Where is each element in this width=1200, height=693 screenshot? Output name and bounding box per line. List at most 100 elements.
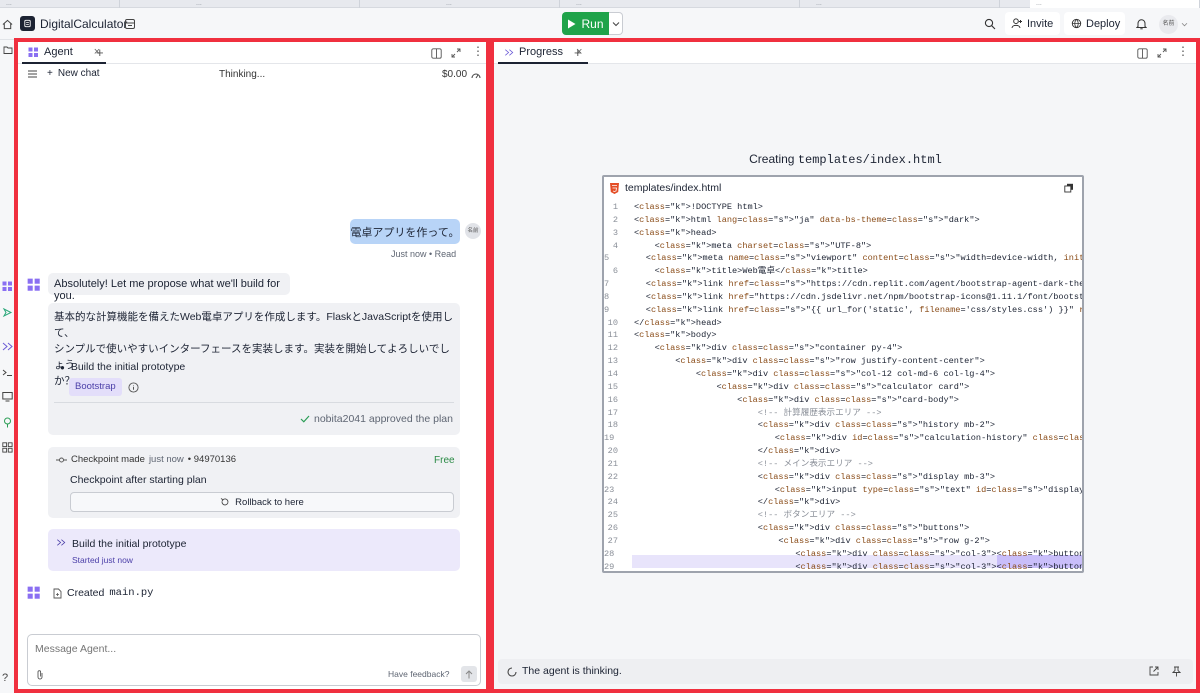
browser-tab[interactable]: ...	[0, 0, 120, 8]
agent-avatar-icon	[26, 277, 41, 292]
gauge-icon[interactable]	[471, 70, 481, 80]
invite-button[interactable]: Invite	[1005, 12, 1060, 35]
pane-menu-icon[interactable]: ⋮	[1177, 45, 1189, 57]
run-options-chevron-icon[interactable]	[609, 12, 623, 35]
approved-text: nobita2041 approved the plan	[314, 413, 453, 425]
browser-tab-active[interactable]: ...	[1030, 0, 1200, 8]
checkpoint-card: Checkpoint made just now • 94970136 Free…	[48, 447, 460, 518]
code-text: </class="k">head>	[634, 317, 722, 328]
progress-icon	[56, 537, 66, 547]
assistant-rail-icon[interactable]	[1, 306, 14, 319]
browser-tab[interactable]: ...	[440, 0, 560, 8]
new-chat-button[interactable]: + New chat	[47, 68, 100, 79]
code-text: <class="k">div class=class="s">"display …	[634, 471, 996, 482]
line-number: 20	[607, 446, 618, 457]
project-name[interactable]: DigitalCalculator	[40, 17, 127, 31]
browser-tab[interactable]: ...	[810, 0, 1000, 8]
pane-menu-icon[interactable]: ⋮	[472, 45, 484, 57]
menu-icon[interactable]	[27, 69, 37, 79]
line-number: 17	[607, 407, 618, 418]
user-avatar: 名前	[465, 223, 481, 239]
code-line: 15 <class="k">div class=class="s">"calcu…	[604, 381, 1082, 394]
send-button[interactable]	[461, 666, 477, 682]
run-button[interactable]: Run	[562, 12, 609, 35]
code-line: 28 <class="k">div class=class="s">"col-3…	[604, 548, 1082, 561]
line-number: 1	[612, 202, 618, 212]
code-line: 26 <class="k">div class=class="s">"butto…	[604, 522, 1082, 535]
browser-tab[interactable]: ...	[190, 0, 360, 8]
code-text: <class="k">div class=class="s">"col-3"><…	[630, 561, 1084, 572]
plan-tag: Bootstrap	[69, 378, 122, 396]
code-line: 13 <class="k">div class=class="s">"row j…	[604, 355, 1082, 368]
progress-rail-icon[interactable]	[1, 340, 14, 353]
checkpoint-header: Checkpoint made just now • 94970136	[56, 454, 236, 465]
home-icon[interactable]	[0, 8, 14, 40]
help-icon[interactable]: ?	[2, 672, 8, 684]
code-text: <class="k">input type=class="s">"text" i…	[630, 484, 1084, 495]
add-tab-icon[interactable]: +	[96, 45, 104, 60]
line-number: 6	[612, 266, 618, 277]
message-agent-input[interactable]	[35, 641, 465, 657]
expand-icon[interactable]	[1156, 47, 1168, 59]
expand-icon[interactable]	[450, 47, 462, 59]
user-message-bubble: 電卓アプリを作って。	[350, 219, 460, 244]
rollback-icon	[220, 498, 229, 506]
split-pane-icon[interactable]	[430, 47, 442, 59]
copy-icon[interactable]	[1063, 182, 1075, 194]
agent-rail-icon[interactable]	[1, 280, 14, 293]
code-text: <class="k">div class=class="s">"row g-2"…	[634, 535, 990, 546]
code-text: <class="k">meta name=class="s">"viewport…	[625, 253, 1084, 264]
attach-icon[interactable]	[34, 668, 45, 680]
info-icon[interactable]	[127, 381, 139, 393]
invite-label: Invite	[1027, 17, 1054, 30]
code-preview-card: templates/index.html 1 <class="k">!DOCTYP…	[602, 175, 1084, 573]
rollback-button[interactable]: Rollback to here	[70, 492, 454, 512]
code-line: 10 </class="k">head>	[604, 317, 1082, 330]
tab-progress-label: Progress	[519, 46, 564, 58]
packages-icon[interactable]	[1, 416, 14, 429]
pin-icon[interactable]	[1170, 665, 1182, 677]
split-pane-icon[interactable]	[1136, 47, 1148, 59]
code-line: 12 <class="k">div class=class="s">"conta…	[604, 342, 1082, 355]
usage-cost: $0.00	[442, 69, 468, 80]
created-filename[interactable]: main.py	[109, 587, 153, 599]
code-line: 25 <!-- ボタンエリア -->	[604, 509, 1082, 522]
project-settings-icon[interactable]	[122, 16, 138, 32]
agent-status: Thinking...	[219, 69, 266, 80]
all-tools-grid-icon[interactable]	[1, 441, 14, 454]
line-number: 2	[612, 214, 618, 225]
deploy-icon	[1071, 18, 1082, 29]
feedback-link[interactable]: Have feedback?	[388, 669, 449, 679]
plus-icon: +	[47, 68, 53, 79]
agent-pane-tab-header: Agent × + ⋮	[18, 42, 486, 64]
browser-tab[interactable]: ...	[570, 0, 800, 8]
chevron-down-icon[interactable]	[1179, 19, 1189, 29]
browser-tab-strip: ... ... ... ... ... ...	[0, 0, 1200, 8]
code-line: 21 <!-- メイン表示エリア -->	[604, 458, 1082, 471]
notifications-bell-icon[interactable]	[1133, 16, 1149, 32]
progress-pane: Progress × + ⋮ Creating templates/index.…	[494, 42, 1197, 692]
line-number: 12	[607, 343, 618, 354]
creating-heading: Creating templates/index.html	[494, 152, 1197, 167]
tab-agent[interactable]: Agent ×	[22, 42, 107, 64]
shell-icon[interactable]	[1, 366, 14, 379]
plan-item: ● Build the initial prototype	[60, 361, 185, 373]
open-external-icon[interactable]	[1148, 665, 1160, 677]
code-line: 18 <class="k">div class=class="s">"histo…	[604, 419, 1082, 432]
deploy-button[interactable]: Deploy	[1064, 12, 1125, 35]
plan-text-line: 基本的な計算機能を備えたWeb電卓アプリを作成します。FlaskとJavaScr…	[54, 311, 453, 339]
webview-icon[interactable]	[1, 390, 14, 403]
line-number: 11	[607, 330, 618, 341]
user-avatar[interactable]: 名前	[1159, 15, 1178, 34]
code-text: <class="k">div class=class="s">"containe…	[634, 343, 903, 354]
files-icon[interactable]	[2, 44, 14, 56]
task-card[interactable]: Build the initial prototype Started just…	[48, 529, 460, 571]
code-line: 14 <class="k">div class=class="s">"col-1…	[604, 368, 1082, 381]
code-text: <class="k">div class=class="s">"row just…	[634, 356, 985, 367]
check-icon	[300, 415, 310, 423]
add-tab-icon[interactable]: +	[574, 45, 582, 60]
search-icon[interactable]	[982, 16, 998, 32]
code-text: <class="k">link href="https://cdn.jsdeli…	[625, 291, 1084, 302]
code-text: <class="k">div class=class="s">"col-12 c…	[634, 368, 996, 379]
code-text: <class="k">div id=class="s">"calculation…	[630, 433, 1084, 444]
